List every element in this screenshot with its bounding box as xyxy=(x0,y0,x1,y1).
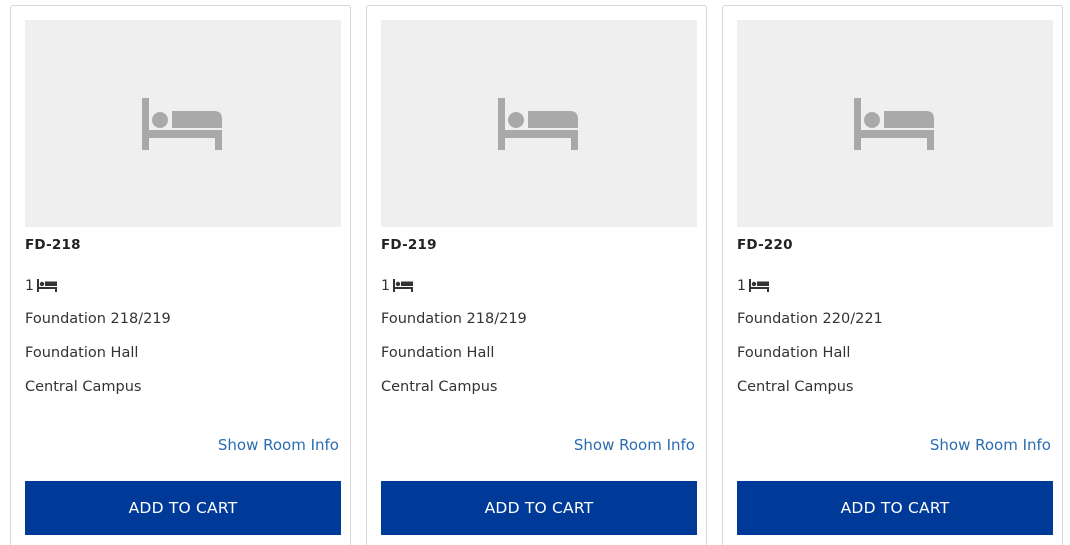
bed-icon xyxy=(392,278,413,292)
room-group: Foundation 218/219 xyxy=(381,311,527,327)
campus-name: Central Campus xyxy=(25,379,142,395)
room-name: FD-219 xyxy=(381,237,437,253)
bed-icon xyxy=(748,278,769,292)
room-card: FD-218 1 Foundation 218/219 Foundation H… xyxy=(10,5,351,545)
add-to-cart-button[interactable]: ADD TO CART xyxy=(25,481,341,535)
room-card: FD-219 1 Foundation 218/219 Foundation H… xyxy=(366,5,707,545)
room-name: FD-218 xyxy=(25,237,81,253)
bed-icon xyxy=(36,278,57,292)
bed-count-value: 1 xyxy=(25,278,34,294)
room-image-placeholder xyxy=(25,20,341,227)
bed-count-value: 1 xyxy=(737,278,746,294)
campus-name: Central Campus xyxy=(381,379,498,395)
bed-count-value: 1 xyxy=(381,278,390,294)
bed-icon xyxy=(498,98,578,150)
bed-count: 1 xyxy=(381,278,413,294)
room-name: FD-220 xyxy=(737,237,793,253)
show-room-info-link[interactable]: Show Room Info xyxy=(930,436,1051,454)
bed-count: 1 xyxy=(737,278,769,294)
room-group: Foundation 218/219 xyxy=(25,311,171,327)
room-card-list: FD-218 1 Foundation 218/219 Foundation H… xyxy=(0,0,1070,545)
room-image-placeholder xyxy=(737,20,1053,227)
room-group: Foundation 220/221 xyxy=(737,311,883,327)
show-room-info-link[interactable]: Show Room Info xyxy=(574,436,695,454)
hall-name: Foundation Hall xyxy=(737,345,851,361)
room-card: FD-220 1 Foundation 220/221 Foundation H… xyxy=(722,5,1063,545)
bed-icon xyxy=(142,98,222,150)
add-to-cart-button[interactable]: ADD TO CART xyxy=(381,481,697,535)
add-to-cart-button[interactable]: ADD TO CART xyxy=(737,481,1053,535)
hall-name: Foundation Hall xyxy=(25,345,139,361)
bed-icon xyxy=(854,98,934,150)
campus-name: Central Campus xyxy=(737,379,854,395)
bed-count: 1 xyxy=(25,278,57,294)
show-room-info-link[interactable]: Show Room Info xyxy=(218,436,339,454)
hall-name: Foundation Hall xyxy=(381,345,495,361)
room-image-placeholder xyxy=(381,20,697,227)
